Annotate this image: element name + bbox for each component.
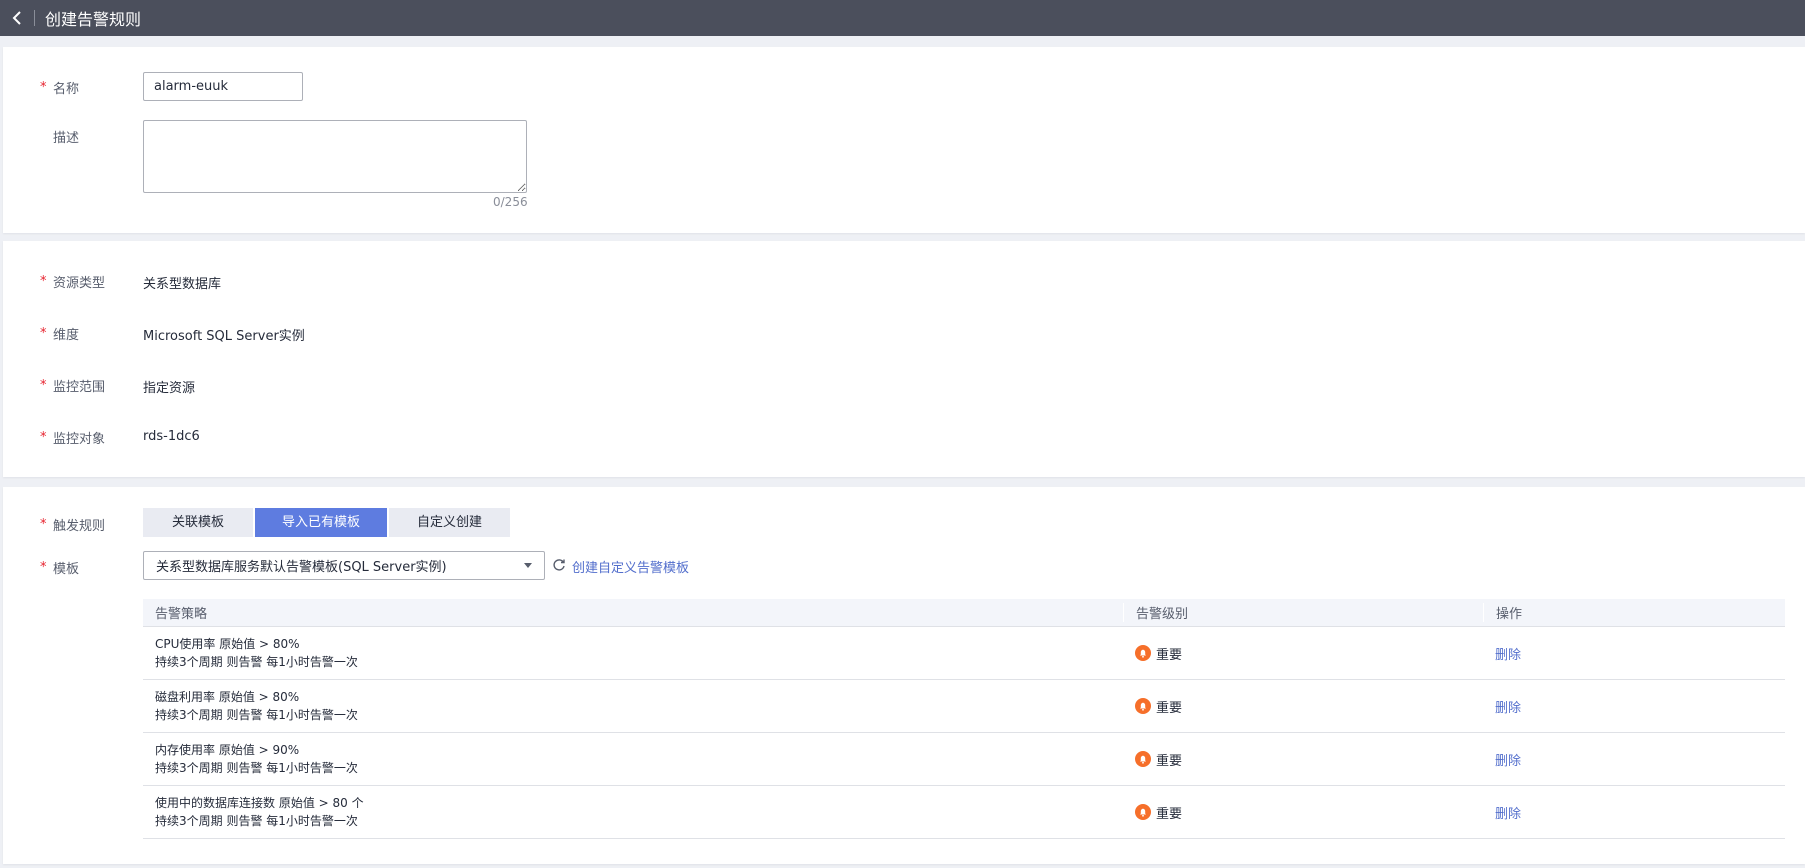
policy-cell: 磁盘利用率 原始值 > 80% 持续3个周期 则告警 每1小时告警一次 [155,690,358,722]
monitor-object-label: * 监控对象 [40,430,106,447]
delete-button[interactable]: 删除 [1495,648,1521,663]
divider [34,10,35,26]
table-header: 告警策略 告警级别 操作 [143,599,1785,627]
trigger-tabs: 关联模板 导入已有模板 自定义创建 [143,508,512,537]
bell-alert-icon [1135,645,1151,661]
bell-alert-icon [1135,804,1151,820]
dimension-value: Microsoft SQL Server实例 [143,329,305,344]
chevron-down-icon [524,563,532,568]
column-header-action: 操作 [1483,603,1785,622]
level-cell: 重要 [1123,803,1483,822]
bell-alert-icon [1135,698,1151,714]
level-cell: 重要 [1123,750,1483,769]
policy-cell: 内存使用率 原始值 > 90% 持续3个周期 则告警 每1小时告警一次 [155,743,358,775]
required-mark: * [40,80,47,95]
monitor-scope-value: 指定资源 [143,381,196,396]
level-cell: 重要 [1123,697,1483,716]
resource-type-label: * 资源类型 [40,274,106,291]
page-title: 创建告警规则 [45,10,142,29]
monitor-scope-label: * 监控范围 [40,378,106,395]
level-cell: 重要 [1123,644,1483,663]
tab-custom-create[interactable]: 自定义创建 [389,508,510,537]
create-custom-template-link[interactable]: 创建自定义告警模板 [572,557,689,576]
description-textarea[interactable] [143,120,527,193]
action-cell: 删除 [1483,644,1785,663]
name-input[interactable] [143,72,303,101]
table-row: CPU使用率 原始值 > 80% 持续3个周期 则告警 每1小时告警一次 重要 … [143,627,1785,680]
delete-button[interactable]: 删除 [1495,754,1521,769]
action-cell: 删除 [1483,697,1785,716]
monitor-object-value: rds-1dc6 [143,429,200,444]
column-header-policy: 告警策略 [155,607,208,622]
delete-button[interactable]: 删除 [1495,807,1521,822]
bell-alert-icon [1135,751,1151,767]
refresh-icon[interactable] [552,558,566,572]
delete-button[interactable]: 删除 [1495,701,1521,716]
top-bar: 创建告警规则 [0,0,1805,36]
tab-associate-template[interactable]: 关联模板 [143,508,253,537]
table-row: 使用中的数据库连接数 原始值 > 80 个 持续3个周期 则告警 每1小时告警一… [143,786,1785,839]
resource-card: * 资源类型 关系型数据库 * 维度 Microsoft SQL Server实… [3,241,1805,477]
template-select[interactable]: 关系型数据库服务默认告警模板(SQL Server实例) [143,551,545,580]
column-header-level: 告警级别 [1123,603,1483,622]
tab-import-template[interactable]: 导入已有模板 [255,508,387,537]
table-row: 磁盘利用率 原始值 > 80% 持续3个周期 则告警 每1小时告警一次 重要 删… [143,680,1785,733]
name-label: * 名称 [40,80,80,97]
action-cell: 删除 [1483,803,1785,822]
policy-cell: 使用中的数据库连接数 原始值 > 80 个 持续3个周期 则告警 每1小时告警一… [155,796,364,828]
template-label: * 模板 [40,560,80,577]
trigger-rule-label: * 触发规则 [40,517,106,534]
template-select-value: 关系型数据库服务默认告警模板(SQL Server实例) [156,560,447,575]
back-arrow-icon[interactable] [0,0,34,36]
policy-cell: CPU使用率 原始值 > 80% 持续3个周期 则告警 每1小时告警一次 [155,637,358,669]
table-row: 内存使用率 原始值 > 90% 持续3个周期 则告警 每1小时告警一次 重要 删… [143,733,1785,786]
action-cell: 删除 [1483,750,1785,769]
basic-info-card: * 名称 * 描述 0/256 [3,47,1805,233]
dimension-label: * 维度 [40,326,80,343]
description-counter: 0/256 [493,195,528,209]
policy-table: 告警策略 告警级别 操作 CPU使用率 原始值 > 80% 持续3个周期 则告警… [143,599,1785,839]
trigger-card: * 触发规则 关联模板 导入已有模板 自定义创建 * 模板 关系型数据库服务默认… [3,487,1805,864]
description-label: * 描述 [53,131,80,146]
resource-type-value: 关系型数据库 [143,277,222,292]
